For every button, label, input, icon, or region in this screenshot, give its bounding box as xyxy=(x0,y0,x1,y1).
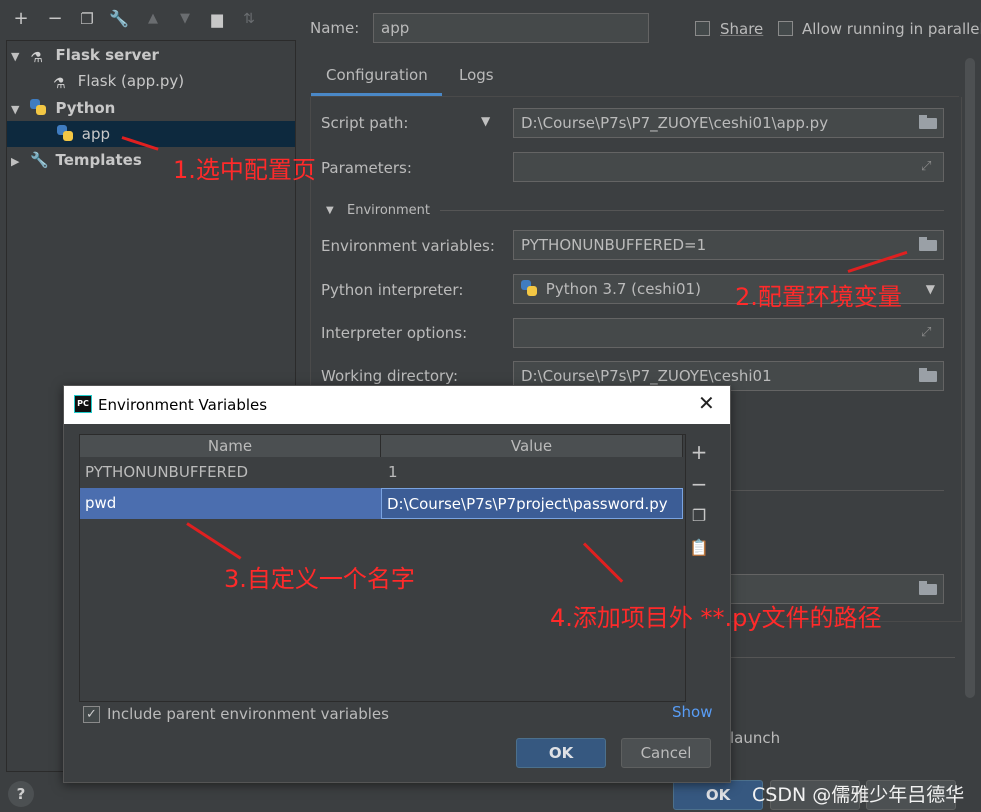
share-checkbox[interactable] xyxy=(695,21,710,36)
tree-label: Flask (app.py) xyxy=(77,72,185,90)
working-dir-value: D:\Course\P7s\P7_ZUOYE\ceshi01 xyxy=(521,367,772,385)
annotation-1: 1.选中配置页 xyxy=(173,156,316,184)
parameters-label: Parameters: xyxy=(321,159,412,177)
tab-configuration[interactable]: Configuration xyxy=(326,66,428,84)
table-row-selected[interactable]: pwd D:\Course\P7s\P7project\password.py xyxy=(80,488,683,519)
expand-arrow-icon[interactable]: ▶ xyxy=(11,149,25,175)
expand-icon[interactable]: ⤢ xyxy=(921,159,937,175)
move-down-icon[interactable]: ▼ xyxy=(174,8,196,30)
row-value[interactable]: 1 xyxy=(383,457,683,487)
row-value-editor[interactable]: D:\Course\P7s\P7project\password.py xyxy=(381,488,683,519)
pycharm-icon: PC xyxy=(74,395,92,413)
tree-label: Flask server xyxy=(55,46,159,64)
tree-node-templates[interactable]: ▶ 🔧 Templates xyxy=(11,147,142,173)
script-path-value: D:\Course\P7s\P7_ZUOYE\ceshi01\app.py xyxy=(521,114,829,132)
folder-icon[interactable] xyxy=(919,237,937,251)
interpreter-label: Python interpreter: xyxy=(321,281,464,299)
environment-section: Environment xyxy=(347,203,431,218)
working-dir-label: Working directory: xyxy=(321,367,459,385)
tree-label: Templates xyxy=(55,151,142,169)
help-icon[interactable]: ? xyxy=(8,781,34,807)
row-name[interactable]: pwd xyxy=(80,488,381,518)
folder-icon[interactable] xyxy=(919,581,937,595)
annotation-4: 4.添加项目外 **.py文件的路径 xyxy=(550,604,882,632)
annotation-3: 3.自定义一个名字 xyxy=(224,565,415,593)
chevron-down-icon[interactable]: ▼ xyxy=(926,275,935,303)
interpreter-value: Python 3.7 (ceshi01) xyxy=(545,280,701,298)
add-icon[interactable]: + xyxy=(689,442,709,462)
copy-icon[interactable]: ❐ xyxy=(76,8,98,30)
dropdown-arrow-icon[interactable]: ▼ xyxy=(481,114,490,128)
row-name[interactable]: PYTHONUNBUFFERED xyxy=(80,457,381,487)
new-folder-icon[interactable]: ▆ xyxy=(206,8,228,30)
folder-icon[interactable] xyxy=(919,368,937,382)
wrench-icon: 🔧 xyxy=(30,151,49,169)
remove-icon[interactable]: − xyxy=(44,8,66,30)
env-vars-value: PYTHONUNBUFFERED=1 xyxy=(521,236,707,254)
interp-options-label: Interpreter options: xyxy=(321,324,468,342)
python-icon xyxy=(57,125,73,141)
script-path-input[interactable]: D:\Course\P7s\P7_ZUOYE\ceshi01\app.py xyxy=(513,108,944,138)
copy-icon[interactable]: ❐ xyxy=(689,506,709,526)
dialog-titlebar: PC Environment Variables ✕ xyxy=(64,386,730,424)
expand-arrow-icon[interactable]: ▼ xyxy=(11,97,25,123)
remove-icon[interactable]: − xyxy=(689,474,709,494)
paste-icon[interactable]: 📋 xyxy=(689,538,709,558)
collapse-arrow-icon[interactable]: ▼ xyxy=(326,205,334,216)
include-parent-label: Include parent environment variables xyxy=(107,705,389,723)
parameters-input[interactable]: ⤢ xyxy=(513,152,944,182)
close-icon[interactable]: ✕ xyxy=(698,391,715,415)
tree-label: app xyxy=(81,125,111,143)
script-path-label: Script path: xyxy=(321,114,409,132)
table-row[interactable]: PYTHONUNBUFFERED 1 xyxy=(80,457,683,488)
allow-parallel-label: Allow running in parallel xyxy=(802,20,981,38)
dialog-cancel-button[interactable]: Cancel xyxy=(621,738,711,768)
share-label: Share xyxy=(720,20,764,38)
watermark: CSDN @儒雅少年吕德华 xyxy=(752,784,965,806)
interp-options-input[interactable]: ⤢ xyxy=(513,318,944,348)
include-parent-checkbox[interactable]: ✓ xyxy=(83,706,100,723)
name-input[interactable]: app xyxy=(373,13,649,43)
python-icon xyxy=(521,280,537,296)
show-link[interactable]: Show xyxy=(672,703,712,721)
main-ok-button[interactable]: OK xyxy=(673,780,763,810)
dialog-ok-button[interactable]: OK xyxy=(516,738,606,768)
sort-icon[interactable]: ⇅ xyxy=(238,8,260,30)
python-icon xyxy=(30,99,47,115)
launch-text: launch xyxy=(730,729,781,747)
expand-icon[interactable]: ⤢ xyxy=(921,325,937,341)
name-label: Name: xyxy=(310,19,360,37)
tree-node-flask-app[interactable]: ⚗ Flask (app.py) xyxy=(53,68,184,94)
folder-icon[interactable] xyxy=(919,115,937,129)
tree-node-app[interactable]: app xyxy=(7,121,295,147)
column-header-name[interactable]: Name xyxy=(80,435,381,457)
dialog-title: Environment Variables xyxy=(98,396,268,414)
flask-icon: ⚗ xyxy=(30,50,43,66)
column-header-value[interactable]: Value xyxy=(381,435,683,457)
tree-node-python[interactable]: ▼ Python xyxy=(11,95,115,121)
annotation-2: 2.配置环境变量 xyxy=(735,283,902,311)
env-vars-label: Environment variables: xyxy=(321,237,495,255)
add-icon[interactable]: + xyxy=(10,8,32,30)
flask-icon: ⚗ xyxy=(53,76,66,92)
allow-parallel-checkbox[interactable] xyxy=(778,21,793,36)
tab-logs[interactable]: Logs xyxy=(459,66,494,84)
tree-node-flask-server[interactable]: ▼ ⚗ Flask server xyxy=(11,42,159,68)
scrollbar[interactable] xyxy=(965,58,975,698)
env-vars-input[interactable]: PYTHONUNBUFFERED=1 xyxy=(513,230,944,260)
expand-arrow-icon[interactable]: ▼ xyxy=(11,44,25,70)
tree-label: Python xyxy=(55,99,116,117)
move-up-icon[interactable]: ▲ xyxy=(142,8,164,30)
wrench-icon[interactable]: 🔧 xyxy=(108,8,130,30)
tree-toolbar: + − ❐ 🔧 ▲ ▼ ▆ ⇅ xyxy=(0,0,296,40)
